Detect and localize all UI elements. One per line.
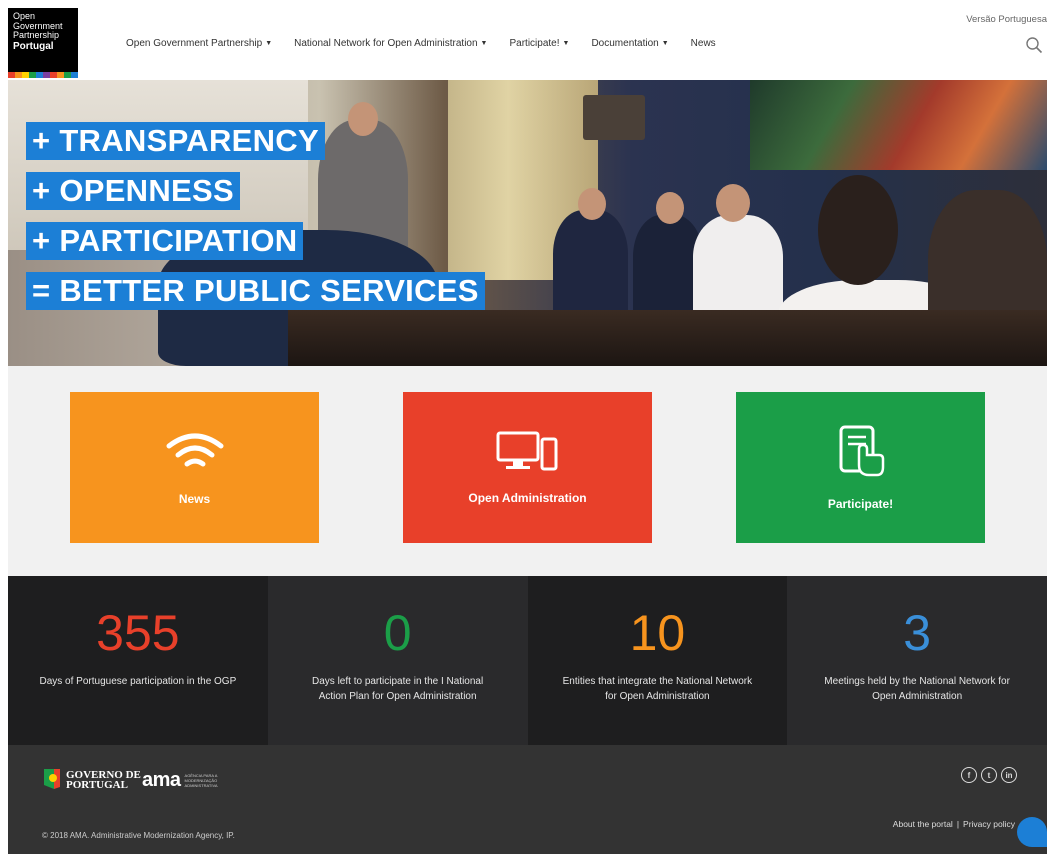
portugal-crest-icon [44, 769, 60, 789]
hero-tagline: + PARTICIPATION [26, 222, 304, 260]
search-icon[interactable] [1025, 36, 1043, 54]
nav-item-documentation[interactable]: Documentation ▼ [591, 38, 668, 49]
hero-photo-person [553, 210, 628, 320]
hero-taglines: + TRANSPARENCY + OPENNESS + PARTICIPATIO… [26, 122, 485, 322]
quick-links-section: News Open Administration Participate! [8, 366, 1047, 576]
site-footer: GOVERNO DE PORTUGAL ama AGÊNCIA PARA A M… [8, 745, 1047, 854]
nav-item-ogp[interactable]: Open Government Partnership ▼ [126, 38, 272, 49]
language-switch-link[interactable]: Versão Portuguesa [966, 14, 1047, 25]
nav-item-label: Participate! [509, 38, 560, 49]
link-separator: | [956, 819, 960, 829]
logo-line: Partnership [13, 30, 60, 40]
main-nav: Open Government Partnership ▼ National N… [126, 38, 716, 49]
footer-links: About the portal | Privacy policy [893, 819, 1015, 829]
stat-value: 355 [96, 605, 180, 661]
nav-item-national-network[interactable]: National Network for Open Administration… [294, 38, 487, 49]
wifi-icon [166, 433, 223, 466]
stat-description: Days left to participate in the I Nation… [312, 676, 484, 702]
stat-block: 0 Days left to participate in the I Nati… [267, 576, 528, 745]
caret-down-icon: ▼ [265, 40, 273, 47]
open-administration-card[interactable]: Open Administration [403, 392, 652, 543]
hero-photo-head [578, 188, 606, 220]
nav-item-label: Open Government Partnership [126, 38, 263, 49]
logo-stripes [8, 72, 78, 78]
governo-de-portugal-logo[interactable]: GOVERNO DE PORTUGAL [42, 767, 141, 793]
hero-photo-painting [750, 80, 1047, 170]
stat-description: Meetings held by the National Network fo… [824, 676, 1010, 702]
hero-photo-head [716, 184, 750, 222]
ama-logo-subtitle: AGÊNCIA PARA A MODERNIZAÇÃO ADMINISTRATI… [184, 773, 218, 788]
hero-photo-head [818, 175, 898, 285]
nav-item-label: Documentation [591, 38, 659, 49]
stat-value: 0 [383, 605, 412, 661]
card-label: Participate! [827, 496, 894, 511]
social-links: f t in [961, 767, 1017, 783]
stat-description: Entities that integrate the National Net… [562, 676, 753, 702]
ogp-portugal-logo[interactable]: Open Government Partnership Portugal [8, 8, 78, 78]
gov-logo-line: PORTUGAL [66, 779, 128, 791]
news-card[interactable]: News [70, 392, 319, 543]
stat-block: 355 Days of Portuguese participation in … [8, 576, 268, 745]
hero-photo-head [656, 192, 684, 224]
privacy-policy-link[interactable]: Privacy policy [963, 819, 1015, 829]
participate-card[interactable]: Participate! [736, 392, 985, 543]
hero-photo-person [693, 215, 783, 320]
hero-banner: + TRANSPARENCY + OPENNESS + PARTICIPATIO… [8, 80, 1047, 366]
stats-section: 355 Days of Portuguese participation in … [8, 576, 1047, 745]
card-label: News [178, 491, 211, 506]
devices-icon [496, 431, 557, 470]
hero-tagline: = BETTER PUBLIC SERVICES [26, 272, 485, 310]
card-label: Open Administration [468, 490, 587, 505]
caret-down-icon: ▼ [661, 40, 669, 47]
ama-logo[interactable]: ama AGÊNCIA PARA A MODERNIZAÇÃO ADMINIST… [142, 769, 229, 792]
nav-item-news[interactable]: News [691, 38, 716, 49]
hero-tagline: + TRANSPARENCY [26, 122, 325, 160]
nav-item-label: National Network for Open Administration [294, 38, 478, 49]
chat-widget-icon[interactable] [1017, 817, 1047, 847]
hero-photo-lamp [583, 95, 645, 140]
linkedin-icon[interactable]: in [1001, 767, 1017, 783]
ama-logo-text: ama [142, 769, 181, 791]
logo-country: Portugal [13, 40, 54, 52]
stat-description: Days of Portuguese participation in the … [39, 676, 237, 687]
facebook-icon[interactable]: f [961, 767, 977, 783]
hero-tagline: + OPENNESS [26, 172, 240, 210]
twitter-icon[interactable]: t [981, 767, 997, 783]
site-header: Open Government Partnership Portugal Ope… [0, 0, 1047, 80]
stat-block: 3 Meetings held by the National Network … [787, 576, 1047, 745]
stat-value: 3 [903, 605, 932, 661]
nav-item-participate[interactable]: Participate! ▼ [509, 38, 569, 49]
about-portal-link[interactable]: About the portal [893, 819, 953, 829]
tablet-touch-icon [839, 425, 884, 476]
caret-down-icon: ▼ [480, 40, 488, 47]
stat-block: 10 Entities that integrate the National … [527, 576, 788, 745]
stat-value: 10 [629, 605, 686, 661]
nav-item-label: News [690, 38, 716, 49]
copyright-text: © 2018 AMA. Administrative Modernization… [42, 831, 235, 840]
caret-down-icon: ▼ [562, 40, 570, 47]
